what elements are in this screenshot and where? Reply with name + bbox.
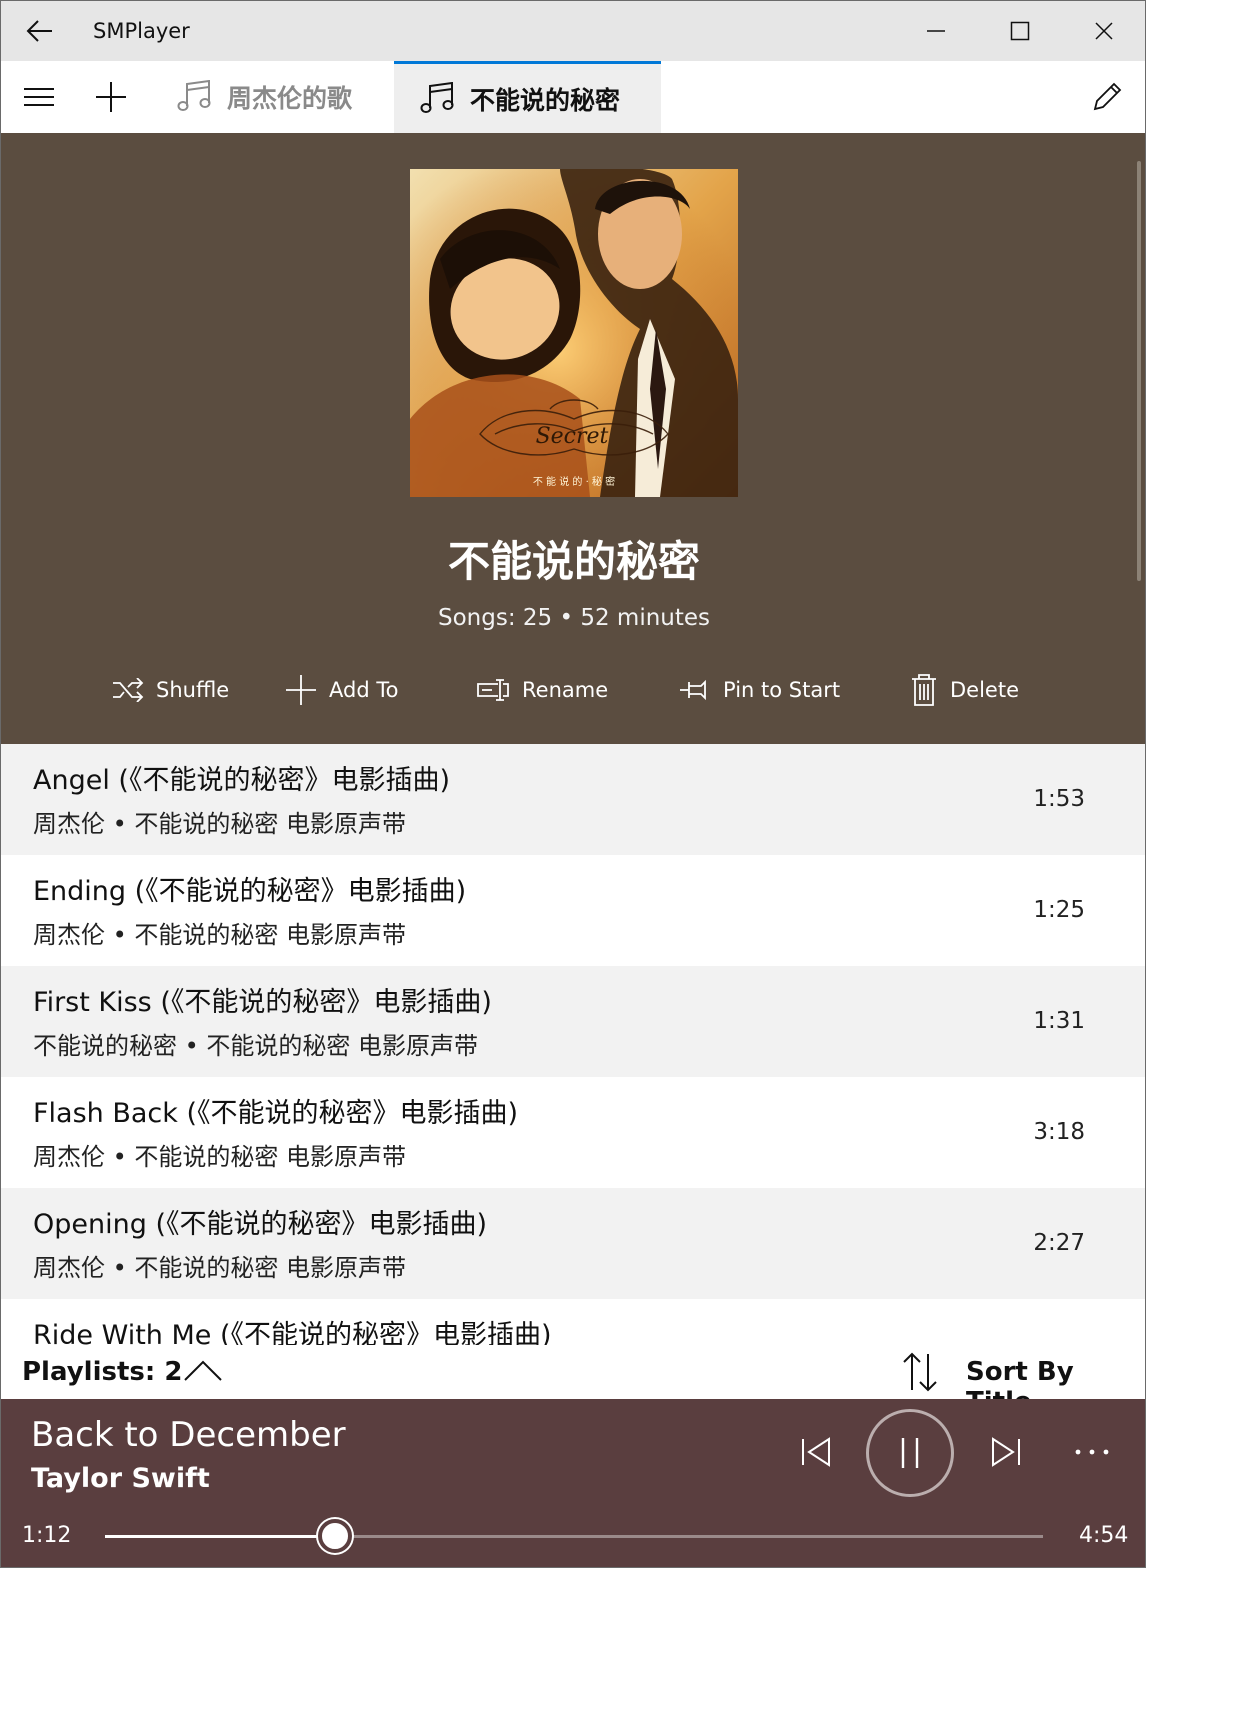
expand-playlists-button[interactable] [181, 1351, 225, 1391]
song-subtitle: 周杰伦 • 不能说的秘密 电影原声带 [33, 1254, 407, 1282]
add-to-button[interactable]: Add To [285, 673, 398, 707]
now-playing-bar: Back to December Taylor Swift 1:12 4:54 [1, 1399, 1145, 1567]
window-title: SMPlayer [93, 19, 190, 43]
song-duration: 1:25 [1033, 897, 1085, 923]
maximize-icon [1010, 21, 1030, 41]
song-row[interactable]: First Kiss (《不能说的秘密》电影插曲) 不能说的秘密 • 不能说的秘… [1, 966, 1145, 1077]
maximize-button[interactable] [978, 1, 1062, 61]
playlist-header: Secret 不 能 说 的 · 秘 密 不能说的秘密 Songs: 25 • … [1, 133, 1145, 744]
title-bar: SMPlayer [1, 1, 1145, 61]
next-button[interactable] [981, 1429, 1031, 1475]
more-icon [1075, 1449, 1109, 1455]
close-icon [1095, 22, 1113, 40]
back-button[interactable] [15, 11, 65, 51]
playlist-title: 不能说的秘密 [447, 537, 700, 586]
album-art: Secret 不 能 说 的 · 秘 密 [410, 169, 738, 497]
minimize-icon [927, 30, 945, 32]
scrollbar[interactable] [1137, 161, 1141, 581]
more-options-button[interactable] [1067, 1429, 1117, 1475]
song-list: Angel (《不能说的秘密》电影插曲) 周杰伦 • 不能说的秘密 电影原声带 … [1, 744, 1145, 1410]
hamburger-icon [24, 88, 54, 106]
pin-label: Pin to Start [723, 678, 841, 702]
song-duration: 2:27 [1033, 1230, 1085, 1256]
shuffle-icon [113, 678, 144, 702]
song-row[interactable]: Angel (《不能说的秘密》电影插曲) 周杰伦 • 不能说的秘密 电影原声带 … [1, 744, 1145, 855]
tab-label: 周杰伦的歌 [227, 84, 353, 113]
plus-icon [96, 82, 126, 112]
previous-icon [802, 1437, 830, 1467]
album-art-caption: 不 能 说 的 · 秘 密 [533, 475, 615, 488]
elapsed-time: 1:12 [22, 1523, 72, 1548]
now-playing-title[interactable]: Back to December [31, 1415, 346, 1455]
rename-label: Rename [522, 678, 609, 702]
add-to-label: Add To [329, 678, 399, 702]
pause-icon [901, 1438, 919, 1468]
previous-button[interactable] [791, 1429, 841, 1475]
close-button[interactable] [1062, 1, 1145, 61]
seek-bar[interactable] [105, 1519, 1043, 1553]
playlist-meta: Songs: 25 • 52 minutes [437, 605, 711, 631]
song-subtitle: 周杰伦 • 不能说的秘密 电影原声带 [33, 921, 407, 949]
trash-icon [912, 674, 936, 706]
tab-label: 不能说的秘密 [470, 85, 621, 115]
playlists-bar: Playlists: 2 Sort By Title [1, 1345, 1145, 1417]
tab-secret[interactable]: 不能说的秘密 [394, 61, 661, 133]
music-note-icon [177, 80, 211, 111]
music-note-icon [420, 81, 454, 113]
song-title: Ending (《不能说的秘密》电影插曲) [33, 876, 467, 907]
pin-to-start-button[interactable]: Pin to Start [679, 673, 840, 707]
add-tab-button[interactable] [75, 61, 147, 133]
pin-icon [680, 679, 706, 701]
delete-label: Delete [950, 678, 1019, 702]
song-duration: 1:31 [1033, 1008, 1085, 1034]
sort-icon [903, 1352, 937, 1392]
tab-bar: 周杰伦的歌 不能说的秘密 [1, 61, 1145, 133]
seek-thumb[interactable] [317, 1519, 352, 1553]
song-row[interactable]: Flash Back (《不能说的秘密》电影插曲) 周杰伦 • 不能说的秘密 电… [1, 1077, 1145, 1188]
playlists-count[interactable]: Playlists: 2 [22, 1357, 182, 1387]
song-subtitle: 周杰伦 • 不能说的秘密 电影原声带 [33, 810, 407, 838]
now-playing-artist[interactable]: Taylor Swift [31, 1463, 210, 1494]
back-arrow-icon [26, 20, 52, 42]
song-row[interactable]: Ending (《不能说的秘密》电影插曲) 周杰伦 • 不能说的秘密 电影原声带… [1, 855, 1145, 966]
tab-zhoujielun[interactable]: 周杰伦的歌 [151, 61, 378, 133]
delete-button[interactable]: Delete [910, 673, 1019, 707]
song-title: Flash Back (《不能说的秘密》电影插曲) [33, 1098, 519, 1129]
album-art-script: Secret [536, 424, 609, 449]
plus-icon [286, 675, 316, 705]
shuffle-button[interactable]: Shuffle [112, 673, 229, 707]
sort-button[interactable] [897, 1349, 943, 1395]
rename-icon [477, 679, 509, 701]
seek-bar-fill [105, 1535, 335, 1538]
song-row[interactable]: Opening (《不能说的秘密》电影插曲) 周杰伦 • 不能说的秘密 电影原声… [1, 1188, 1145, 1299]
menu-button[interactable] [3, 61, 75, 133]
minimize-button[interactable] [894, 1, 978, 61]
app-window: SMPlayer 周杰伦的歌 不能说的秘密 Secret 不 能 说 的 · 秘… [0, 0, 1146, 1568]
song-title: First Kiss (《不能说的秘密》电影插曲) [33, 987, 492, 1018]
song-title: Opening (《不能说的秘密》电影插曲) [33, 1209, 488, 1240]
shuffle-label: Shuffle [156, 678, 230, 702]
song-duration: 1:53 [1033, 786, 1085, 812]
pause-button[interactable] [866, 1409, 954, 1497]
song-duration: 3:18 [1033, 1119, 1085, 1145]
pencil-icon [1093, 82, 1122, 111]
song-subtitle: 周杰伦 • 不能说的秘密 电影原声带 [33, 1143, 407, 1171]
edit-button[interactable] [1071, 61, 1143, 133]
rename-button[interactable]: Rename [476, 673, 608, 707]
song-subtitle: 不能说的秘密 • 不能说的秘密 电影原声带 [33, 1032, 479, 1060]
total-time: 4:54 [1079, 1523, 1129, 1548]
song-title: Angel (《不能说的秘密》电影插曲) [33, 765, 450, 796]
next-icon [992, 1437, 1020, 1467]
chevron-up-icon [184, 1360, 222, 1381]
